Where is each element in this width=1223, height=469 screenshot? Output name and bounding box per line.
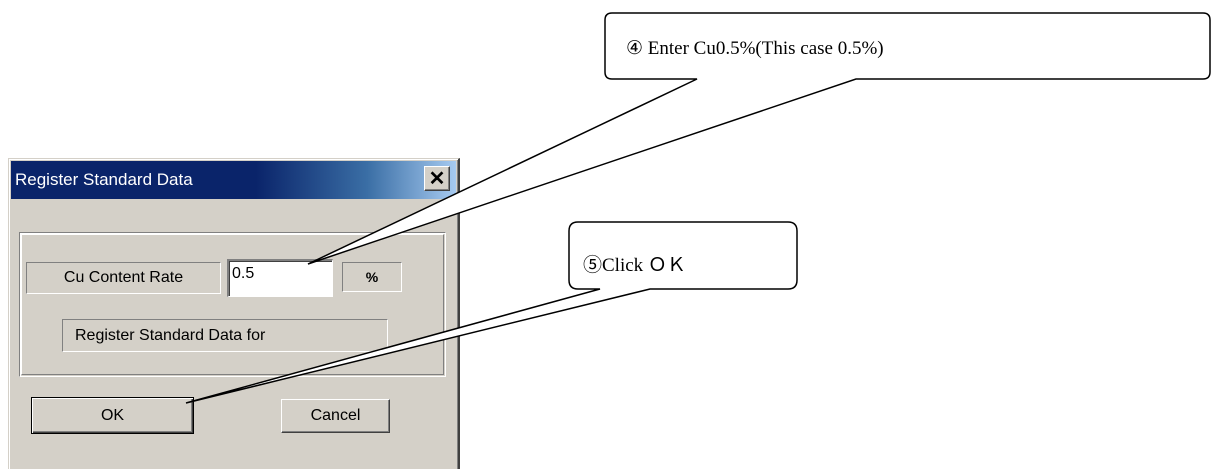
percent-unit-label: %: [342, 262, 402, 292]
close-button[interactable]: ✕: [424, 166, 450, 191]
group-box-inner: [21, 234, 444, 375]
title-bar[interactable]: Register Standard Data ✕: [11, 161, 456, 199]
callout-step-5-text: ⑤Click ＯＫ: [583, 255, 686, 276]
cancel-button[interactable]: Cancel: [281, 399, 390, 433]
ok-button[interactable]: OK: [31, 397, 194, 434]
close-icon: ✕: [428, 167, 446, 190]
cu-content-rate-label: Cu Content Rate: [26, 262, 221, 294]
callout-step-4-text: ④ Enter Cu0.5%(This case 0.5%): [626, 38, 884, 59]
group-box: [19, 232, 446, 377]
dialog-title: Register Standard Data: [15, 170, 193, 189]
cu-content-rate-input[interactable]: [227, 259, 333, 297]
register-standard-data-label: Register Standard Data for: [62, 319, 388, 352]
register-standard-data-dialog: Register Standard Data ✕ Cu Content Rate…: [8, 158, 460, 469]
